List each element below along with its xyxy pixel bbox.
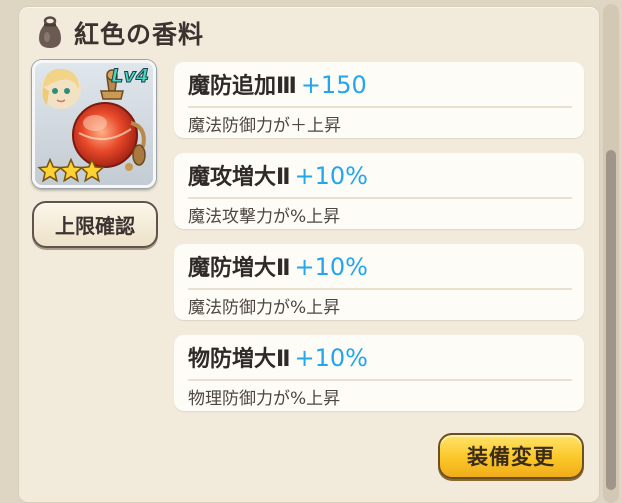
stat-name: 魔防追加Ⅲ	[188, 74, 297, 99]
scrollbar-thumb[interactable]	[606, 150, 616, 490]
divider	[188, 197, 572, 199]
stat-row: 魔攻増大Ⅱ +10% 魔法攻撃力が%上昇	[174, 153, 584, 229]
stat-name: 魔防増大Ⅱ	[188, 256, 291, 281]
rarity-stars	[37, 158, 105, 183]
star-icon	[79, 158, 105, 183]
pouch-icon	[39, 16, 61, 48]
stat-value: +150	[300, 71, 367, 99]
limit-check-button[interactable]: 上限確認	[32, 201, 158, 248]
item-name-title: 紅色の香料	[74, 20, 205, 49]
stat-row: 魔防増大Ⅱ +10% 魔法防御力が%上昇	[174, 244, 584, 320]
level-badge: Lv4	[111, 65, 150, 88]
stat-name: 物防増大Ⅱ	[188, 347, 291, 372]
stat-description: 魔法防御力が＋上昇	[188, 116, 341, 136]
equipment-detail-screen: 紅色の香料 Lv4 上限確認 魔防追加Ⅲ +150 魔法防御力が＋上昇 魔攻増大…	[0, 0, 622, 503]
panel-header: 紅色の香料	[36, 15, 204, 51]
change-equipment-button[interactable]: 装備変更	[438, 433, 584, 479]
stat-row: 物防増大Ⅱ +10% 物理防御力が%上昇	[174, 335, 584, 411]
stat-value: +10%	[294, 253, 368, 281]
stat-description: 物理防御力が%上昇	[188, 389, 341, 409]
divider	[188, 379, 572, 381]
item-card[interactable]: Lv4	[32, 60, 156, 188]
stat-row: 魔防追加Ⅲ +150 魔法防御力が＋上昇	[174, 62, 584, 138]
stat-value: +10%	[294, 162, 368, 190]
stat-value: +10%	[294, 344, 368, 372]
stat-name: 魔攻増大Ⅱ	[188, 165, 291, 190]
stat-description: 魔法防御力が%上昇	[188, 298, 341, 318]
divider	[188, 288, 572, 290]
divider	[188, 106, 572, 108]
stat-description: 魔法攻撃力が%上昇	[188, 207, 341, 227]
